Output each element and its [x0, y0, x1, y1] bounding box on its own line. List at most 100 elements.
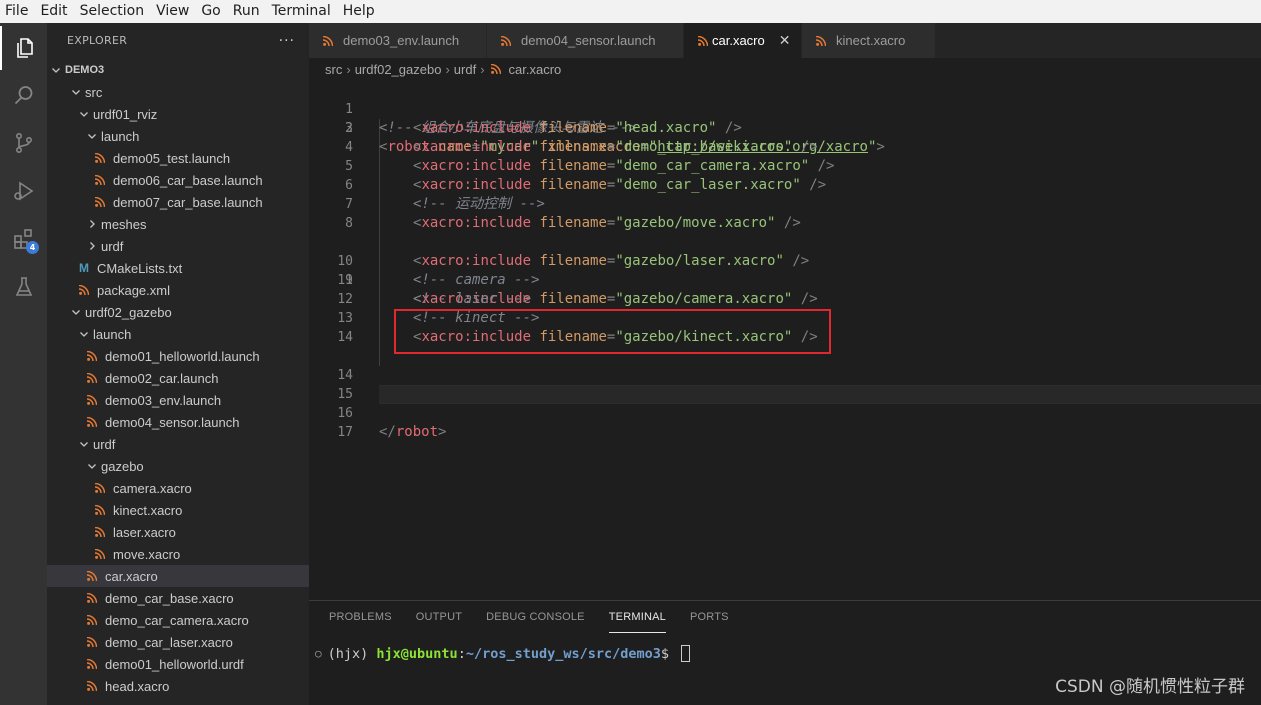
tab-label: demo03_env.launch [343, 33, 460, 48]
terminal-path: ~/ros_study_ws/src/demo3 [465, 645, 661, 662]
tree-item-urdf[interactable]: urdf [47, 433, 309, 455]
menu-file[interactable]: File [0, 0, 34, 23]
tree-item-label: laser.xacro [113, 524, 176, 540]
run-debug-icon[interactable] [0, 169, 47, 213]
tree-item-camera-xacro[interactable]: camera.xacro [47, 477, 309, 499]
rss-file-icon [87, 587, 101, 609]
tree-item-head-xacro[interactable]: head.xacro [47, 675, 309, 697]
tree-item-label: camera.xacro [113, 480, 192, 496]
chevron-down-icon [71, 301, 81, 323]
rss-file-icon [95, 169, 109, 191]
more-actions-icon[interactable]: ··· [279, 33, 295, 49]
menu-run[interactable]: Run [227, 0, 266, 23]
tab-car-xacro[interactable]: car.xacro ✕ [684, 23, 802, 58]
tab-demo03-env-launch[interactable]: demo03_env.launch [309, 23, 487, 58]
tree-item-cmakelists-txt[interactable]: M CMakeLists.txt [47, 257, 309, 279]
tab-problems[interactable]: PROBLEMS [329, 601, 392, 633]
explorer-title: EXPLORER [67, 34, 128, 47]
terminal-env: (hjx) [327, 645, 377, 662]
tree-item-label: meshes [101, 216, 147, 232]
tree-item-src[interactable]: src [47, 81, 309, 103]
tab-debug-console[interactable]: DEBUG CONSOLE [486, 601, 585, 633]
explorer-icon[interactable] [0, 26, 47, 70]
tree-item-demo06-car-base-launch[interactable]: demo06_car_base.launch [47, 169, 309, 191]
search-icon[interactable] [0, 73, 47, 117]
tree-item-launch[interactable]: launch [47, 125, 309, 147]
tree-item-label: urdf [93, 436, 116, 452]
tab-kinect-xacro[interactable]: kinect.xacro [802, 23, 936, 58]
menu-view[interactable]: View [150, 0, 195, 23]
code-editor[interactable]: 1 <!-- 组合小车底盘与摄像头与雷达 --> 2 <robot name="… [309, 80, 1261, 600]
chevron-right-icon [87, 213, 97, 235]
tree-item-label: demo03_env.launch [105, 392, 222, 408]
tree-item-urdf[interactable]: urdf [47, 235, 309, 257]
tree-item-gazebo[interactable]: gazebo [47, 455, 309, 477]
tab-demo04-sensor-launch[interactable]: demo04_sensor.launch [487, 23, 684, 58]
tree-item-demo-car-laser-xacro[interactable]: demo_car_laser.xacro [47, 631, 309, 653]
breadcrumb-car-xacro[interactable]: car.xacro [509, 62, 562, 77]
testing-icon[interactable] [0, 265, 47, 309]
tree-item-meshes[interactable]: meshes [47, 213, 309, 235]
tree-item-urdf02-gazebo[interactable]: urdf02_gazebo [47, 301, 309, 323]
tree-item-demo03-env-launch[interactable]: demo03_env.launch [47, 389, 309, 411]
tab-label: car.xacro [712, 33, 765, 48]
line-number: 14 [337, 330, 353, 345]
tree-item-kinect-xacro[interactable]: kinect.xacro [47, 499, 309, 521]
tab-ports[interactable]: PORTS [690, 601, 729, 633]
menu-edit[interactable]: Edit [34, 0, 73, 23]
tree-item-demo01-helloworld-urdf[interactable]: demo01_helloworld.urdf [47, 653, 309, 675]
breadcrumb-urdf[interactable]: urdf [454, 62, 476, 77]
rss-file-icon [95, 521, 109, 543]
tree-item-demo-car-camera-xacro[interactable]: demo_car_camera.xacro [47, 609, 309, 631]
tree-item-label: src [85, 84, 103, 100]
code-comment: <!-- 运动控制 --> [413, 196, 545, 212]
tree-item-demo07-car-base-launch[interactable]: demo07_car_base.launch [47, 191, 309, 213]
menu-go[interactable]: Go [195, 0, 226, 23]
tree-item-package-xml[interactable]: package.xml [47, 279, 309, 301]
tree-item-car-xacro[interactable]: car.xacro [47, 565, 309, 587]
tab-terminal[interactable]: TERMINAL [608, 601, 666, 633]
tree-item-move-xacro[interactable]: move.xacro [47, 543, 309, 565]
menu-help[interactable]: Help [337, 0, 381, 23]
punct: /> [809, 158, 835, 174]
rss-file-icon [501, 30, 517, 52]
tree-item-demo04-sensor-launch[interactable]: demo04_sensor.launch [47, 411, 309, 433]
tree-item-label: launch [101, 128, 140, 144]
punct: /> [800, 177, 827, 193]
source-control-icon[interactable] [0, 121, 47, 165]
tree-item-laser-xacro[interactable]: laser.xacro [47, 521, 309, 543]
tree-item-label: demo_car_base.xacro [105, 590, 234, 606]
line-number: 4 [345, 140, 353, 155]
tab-output[interactable]: OUTPUT [416, 601, 462, 633]
terminal-prompt[interactable]: ○ (hjx) hjx@ubuntu: ~/ros_study_ws/src/dem… [315, 645, 691, 662]
code-text: <xacro:include filename="demo_car_camera… [413, 157, 835, 176]
rss-file-icon [87, 631, 101, 653]
activity-bar: 4 [0, 23, 47, 705]
rss-file-icon [323, 30, 339, 52]
tree-item-demo02-car-launch[interactable]: demo02_car.launch [47, 367, 309, 389]
tree-item-label: move.xacro [113, 546, 181, 562]
tree-item-demo01-helloworld-launch[interactable]: demo01_helloworld.launch [47, 345, 309, 367]
breadcrumb-urdf02-gazebo[interactable]: urdf02_gazebo [355, 62, 442, 77]
tree-item-urdf01-rviz[interactable]: urdf01_rviz [47, 103, 309, 125]
tree-item-demo-car-base-xacro[interactable]: demo_car_base.xacro [47, 587, 309, 609]
terminal-colon: : [457, 645, 466, 662]
explorer-root-demo3[interactable]: DEMO3 [47, 59, 309, 81]
extensions-badge: 4 [26, 241, 39, 254]
tree-item-launch[interactable]: launch [47, 323, 309, 345]
tag: xacro:include [421, 139, 532, 155]
chevron-right-icon [87, 235, 97, 257]
tag: robot [395, 424, 439, 440]
menu-terminal[interactable]: Terminal [266, 0, 337, 23]
tree-item-label: demo07_car_base.launch [113, 194, 263, 210]
extensions-icon[interactable]: 4 [0, 217, 47, 261]
line-number: 17 [337, 425, 353, 440]
tree-item-demo05-test-launch[interactable]: demo05_test.launch [47, 147, 309, 169]
code-text: <xacro:include filename="head.xacro" /> [413, 119, 742, 138]
rss-file-icon [95, 147, 109, 169]
menu-selection[interactable]: Selection [74, 0, 151, 23]
value: "demo_car_base.xacro" [615, 139, 793, 155]
attr: filename [539, 139, 607, 155]
close-icon[interactable]: ✕ [779, 32, 791, 49]
breadcrumb-src[interactable]: src [325, 62, 342, 77]
